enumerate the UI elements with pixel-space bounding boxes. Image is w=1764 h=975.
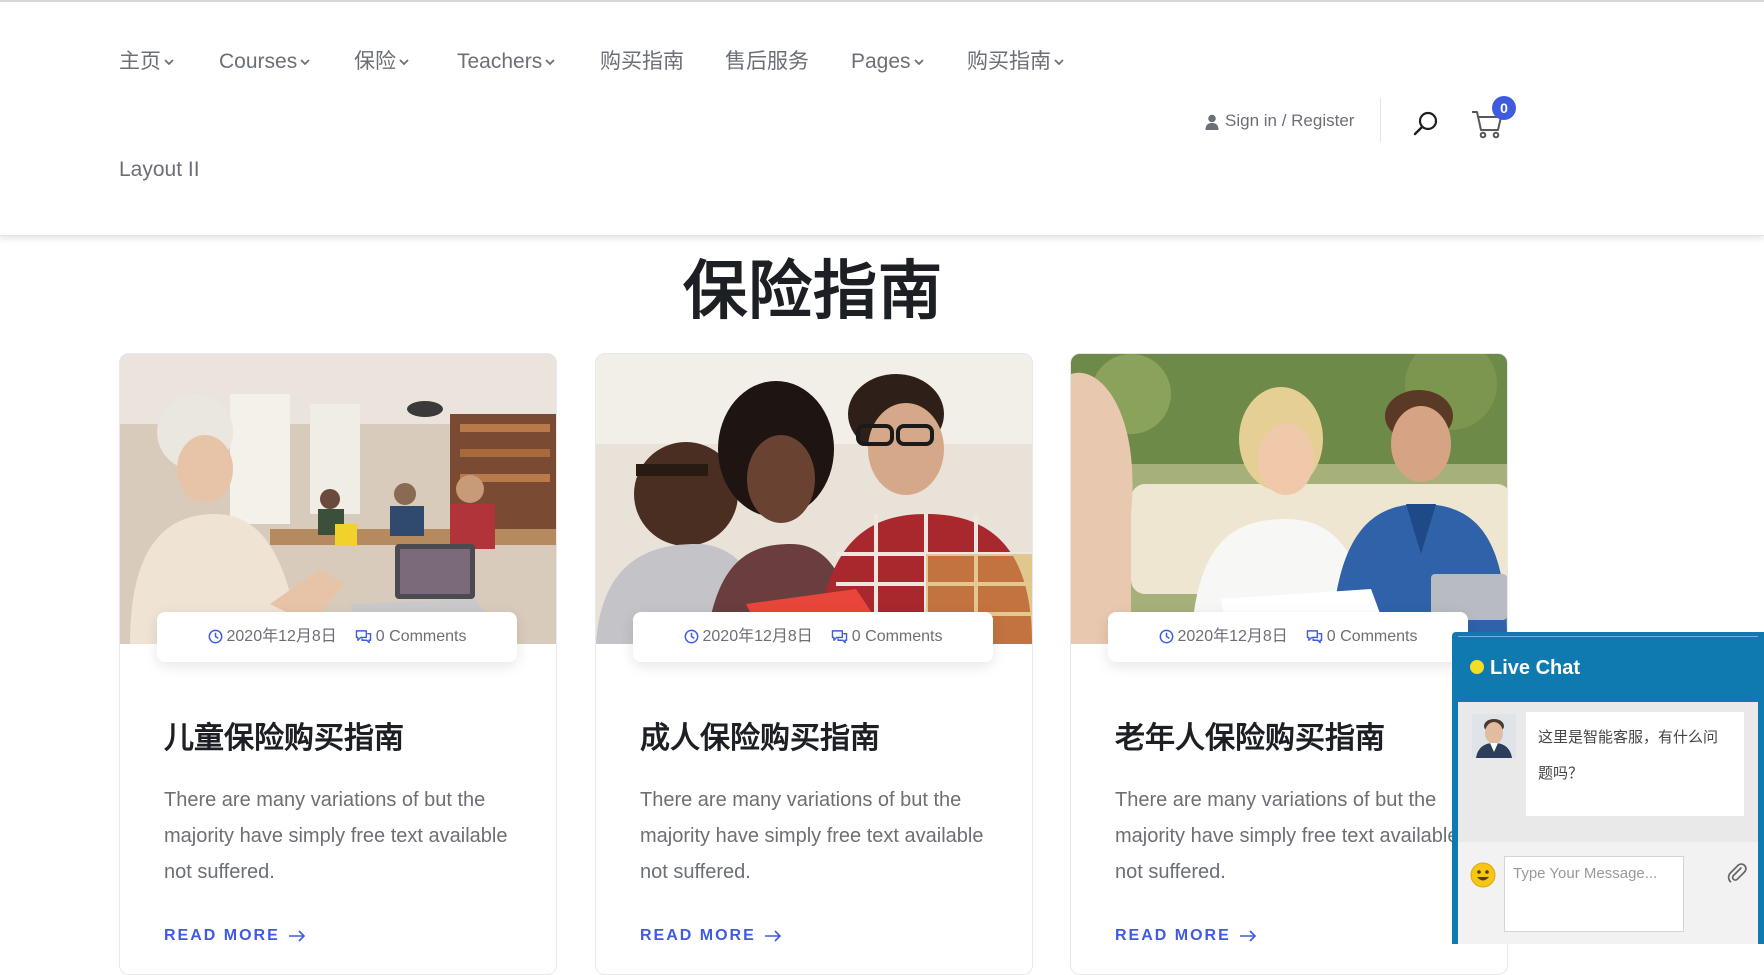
card-comments-link[interactable]: 0 Comments: [852, 628, 943, 645]
chat-message-input[interactable]: [1504, 856, 1684, 932]
chat-message-bubble: 这里是智能客服，有什么问题吗？: [1526, 712, 1744, 816]
card-excerpt: There are many variations of but the maj…: [640, 789, 984, 883]
nav-label: 购买指南: [967, 50, 1051, 73]
card-image-students[interactable]: [596, 354, 1032, 644]
card-date: 2020年12月8日: [1177, 628, 1288, 645]
clock-icon: [684, 629, 698, 644]
chevron-down-icon: [300, 59, 310, 66]
card-date: 2020年12月8日: [226, 628, 337, 645]
page-title: 保险指南: [683, 255, 943, 327]
chat-top-border: [1458, 636, 1758, 637]
card-comments-link[interactable]: 0 Comments: [1327, 628, 1418, 645]
arrow-right-icon: [764, 930, 781, 942]
attach-button[interactable]: [1726, 862, 1748, 889]
read-more-label: READ MORE: [640, 927, 756, 944]
card-excerpt: There are many variations of but the maj…: [1115, 789, 1459, 883]
read-more-link[interactable]: READ MORE: [640, 927, 782, 945]
live-chat-widget: Live Chat 这里是智能客服，有什么问题吗？: [1452, 632, 1764, 944]
nav-item-teachers[interactable]: Teachers: [457, 46, 555, 78]
nav-label: 保险: [354, 50, 396, 73]
arrow-right-icon: [1239, 930, 1256, 942]
blog-card: 2020年12月8日 0 Comments 儿童保险购买指南 There are …: [119, 353, 557, 975]
nav-label: Layout II: [119, 158, 200, 181]
card-meta: 2020年12月8日 0 Comments: [633, 612, 993, 662]
chevron-down-icon: [913, 59, 924, 66]
card-excerpt: There are many variations of but the maj…: [164, 789, 508, 883]
read-more-link[interactable]: READ MORE: [164, 927, 306, 945]
chevron-down-icon: [164, 59, 174, 66]
signin-label: Sign in / Register: [1225, 111, 1355, 130]
paperclip-icon: [1727, 863, 1747, 883]
nav-item-after-sales[interactable]: 售后服务: [725, 46, 809, 78]
blog-card: 2020年12月8日 0 Comments 老年人保险购买指南 There are…: [1070, 353, 1508, 975]
nav-label: Courses: [219, 50, 298, 73]
chat-header[interactable]: Live Chat: [1470, 657, 1580, 680]
search-icon: [1413, 111, 1438, 136]
chat-title: Live Chat: [1490, 657, 1581, 679]
nav-item-home[interactable]: 主页: [119, 46, 174, 78]
nav-item-pages[interactable]: Pages: [851, 46, 924, 78]
nav-item-insurance[interactable]: 保险: [354, 46, 409, 78]
site-header: 主页 Courses 保险 Teachers 购买指南 售后服务 Pages 购…: [0, 2, 1764, 236]
nav-label: 主页: [119, 50, 161, 73]
nav-item-courses[interactable]: Courses: [219, 46, 310, 78]
clock-icon: [208, 629, 222, 644]
cart-count-badge: 0: [1492, 96, 1516, 120]
arrow-right-icon: [288, 930, 305, 942]
nav-label: 售后服务: [725, 50, 809, 73]
blog-card: 2020年12月8日 0 Comments 成人保险购买指南 There are …: [595, 353, 1033, 975]
smiley-emoji-icon: [1470, 862, 1496, 888]
comments-icon: [831, 630, 848, 644]
card-title[interactable]: 儿童保险购买指南: [164, 713, 404, 757]
chat-composer: [1458, 842, 1758, 944]
chevron-down-icon: [1054, 59, 1064, 66]
chevron-down-icon: [399, 59, 409, 66]
nav-label: 购买指南: [600, 50, 684, 73]
read-more-label: READ MORE: [1115, 927, 1231, 944]
card-meta: 2020年12月8日 0 Comments: [157, 612, 517, 662]
search-button[interactable]: [1412, 110, 1440, 138]
chevron-down-icon: [545, 59, 555, 66]
signin-register-link[interactable]: Sign in / Register: [1205, 106, 1354, 136]
card-image-couple[interactable]: [1071, 354, 1507, 644]
online-status-dot: [1470, 660, 1484, 675]
clock-icon: [1159, 629, 1173, 644]
nav-item-layout-ii[interactable]: Layout II: [119, 154, 200, 186]
chat-messages: 这里是智能客服，有什么问题吗？: [1458, 702, 1758, 842]
user-icon: [1205, 114, 1219, 130]
card-meta: 2020年12月8日 0 Comments: [1108, 612, 1468, 662]
nav-label: Pages: [851, 50, 911, 73]
header-divider: [1380, 98, 1381, 142]
read-more-label: READ MORE: [164, 927, 280, 944]
card-date: 2020年12月8日: [702, 628, 813, 645]
comments-icon: [1306, 630, 1323, 644]
agent-avatar: [1472, 714, 1516, 758]
card-title[interactable]: 成人保险购买指南: [640, 713, 880, 757]
emoji-button[interactable]: [1470, 862, 1496, 895]
card-image-office[interactable]: [120, 354, 556, 644]
nav-item-buying-guide[interactable]: 购买指南: [600, 46, 684, 78]
card-comments-link[interactable]: 0 Comments: [376, 628, 467, 645]
nav-item-buying-guide-2[interactable]: 购买指南: [967, 46, 1064, 78]
card-title[interactable]: 老年人保险购买指南: [1115, 713, 1385, 757]
comments-icon: [355, 630, 372, 644]
read-more-link[interactable]: READ MORE: [1115, 927, 1257, 945]
nav-label: Teachers: [457, 50, 543, 73]
